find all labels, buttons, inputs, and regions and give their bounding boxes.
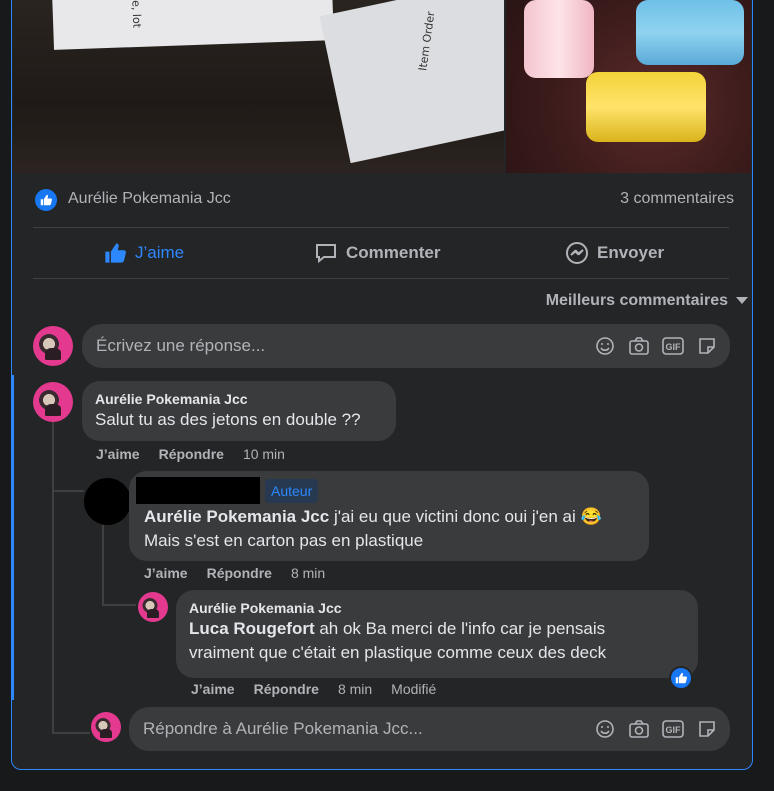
input-tools: GIF [594,707,718,751]
comment-text-line-1: Luca Rougefort ah ok Ba merci de l'info … [189,617,685,641]
comment-button[interactable]: Commenter [314,228,440,278]
comment-meta: J’aime Répondre 8 min Modifié [191,681,436,697]
sticker-icon[interactable] [696,718,718,740]
gif-icon[interactable]: GIF [662,335,684,357]
redacted-avatar[interactable] [84,478,131,525]
comment-count[interactable]: 3 commentaires [620,190,734,208]
post-photos[interactable]: uillie, lot Item Order [13,0,751,173]
mention-link[interactable]: Aurélie Pokemania Jcc [144,507,329,526]
mention-link[interactable]: Luca Rougefort [189,619,315,638]
svg-text:GIF: GIF [666,725,682,735]
comment-time[interactable]: 8 min [291,565,325,581]
comment-like-button[interactable]: J’aime [144,565,188,581]
comment-reply-button[interactable]: Répondre [254,681,319,697]
thumbs-up-icon [105,243,126,263]
comment-author[interactable]: Aurélie Pokemania Jcc [189,599,685,617]
comment-reply-button[interactable]: Répondre [159,446,224,462]
paper-note: uillie, lot [52,0,334,50]
comment-meta: J’aime Répondre 10 min [96,446,285,462]
comment-label: Commenter [346,243,441,262]
comment-text: Salut tu as des jetons en double ?? [95,410,361,429]
paper-receipt: Item Order [319,0,504,164]
like-reaction-icon[interactable] [669,666,693,690]
comment-text: j'ai eu que victini donc oui j'en ai 😂 [329,507,602,526]
thread-line-sub [102,525,104,605]
sort-label: Meilleurs commentaires [545,292,728,309]
camera-icon[interactable] [628,335,650,357]
caret-down-icon [736,297,748,304]
sticker-icon[interactable] [696,335,718,357]
comment-reply-button[interactable]: Répondre [207,565,272,581]
comment-bubble: Aurélie Pokemania Jcc Salut tu as des je… [82,381,396,441]
thread-line-branch [52,490,84,492]
can-yellow [586,72,706,142]
photo-receipts[interactable]: uillie, lot Item Order [13,0,504,173]
comment-text-line-2: vraiment que c'était en plastique comme … [189,643,607,662]
comment-time[interactable]: 10 min [243,446,285,462]
comment-bubble-icon [316,244,336,264]
input-tools: GIF [594,324,718,368]
thread-reply-input[interactable] [143,707,564,751]
avatar[interactable] [138,592,168,622]
avatar[interactable] [33,326,73,366]
avatar[interactable] [33,382,73,422]
comment-text-line-2: Mais s'est en carton pas en plastique [144,531,424,550]
thread-line-sub-branch [102,604,136,606]
messenger-icon [566,242,588,264]
comment-author[interactable]: Aurélie Pokemania Jcc [95,390,383,408]
thread-accent [11,375,14,700]
redacted-name [136,477,260,504]
reply-box[interactable]: GIF [82,324,730,368]
comment-text-line-1: Aurélie Pokemania Jcc j'ai eu que victin… [144,505,602,529]
sort-dropdown[interactable]: Meilleurs commentaires [546,292,748,310]
camera-icon[interactable] [628,718,650,740]
comment-bubble: Aurélie Pokemania Jcc Luca Rougefort ah … [176,590,698,678]
reactions-row: Aurélie Pokemania Jcc 3 commentaires [34,188,734,214]
send-button[interactable]: Envoyer [565,228,664,278]
can-blue [636,0,744,65]
comment-like-button[interactable]: J’aime [191,681,235,697]
photo-cans[interactable] [506,0,751,173]
comment-meta: J’aime Répondre 8 min [144,565,325,581]
thread-line-branch [52,732,90,734]
emoji-icon[interactable] [594,718,616,740]
thread-reply-box[interactable]: GIF [129,707,730,751]
divider-bottom [33,278,729,279]
comment-time[interactable]: 8 min [338,681,372,697]
gif-icon[interactable]: GIF [662,718,684,740]
thread-line-main [52,422,54,734]
like-button[interactable]: J’aime [103,228,184,278]
reply-input[interactable] [96,324,485,368]
post-actions: J’aime Commenter Envoyer [33,228,729,278]
avatar[interactable] [91,712,121,742]
emoji-icon[interactable] [594,335,616,357]
receipt-text: Item Order [416,10,438,72]
send-label: Envoyer [597,243,665,262]
comment-like-button[interactable]: J’aime [96,446,140,462]
svg-text:GIF: GIF [666,342,682,352]
edited-label[interactable]: Modifié [391,681,436,697]
like-reaction-icon[interactable] [35,189,57,211]
comment-text: ah ok Ba merci de l'info car je pensais [314,619,606,638]
reactor-name[interactable]: Aurélie Pokemania Jcc [68,190,231,208]
author-badge: Auteur [265,479,319,503]
like-label: J’aime [135,243,185,262]
paper-note-text: uillie, lot [128,0,144,29]
can-pink [524,0,594,78]
